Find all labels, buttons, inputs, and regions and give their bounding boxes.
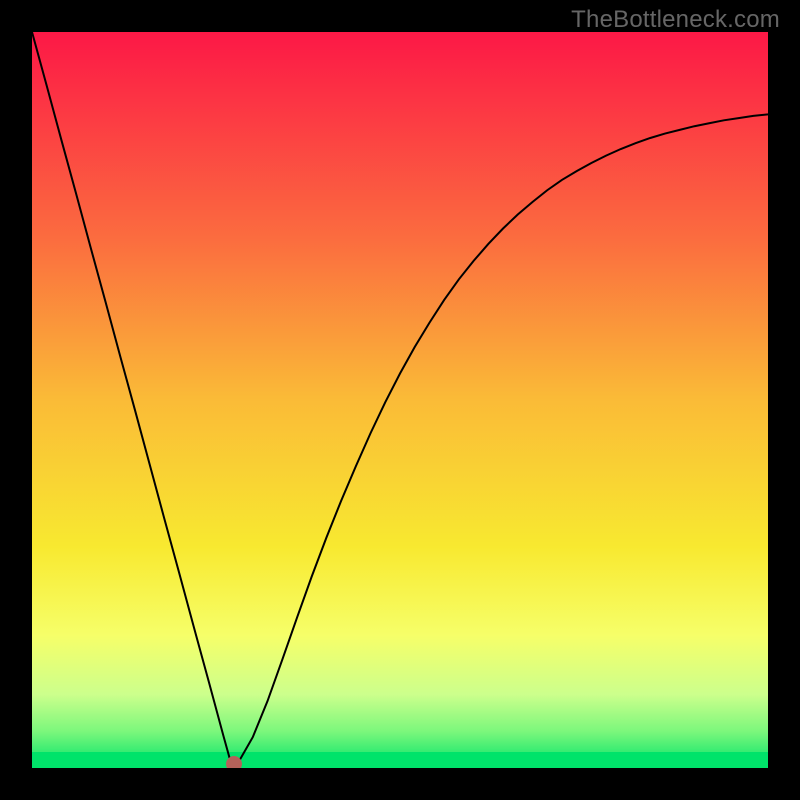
plot-area xyxy=(32,32,768,768)
chart-frame: TheBottleneck.com xyxy=(0,0,800,800)
bottleneck-curve xyxy=(32,32,768,763)
minimum-marker xyxy=(226,756,242,768)
watermark-text: TheBottleneck.com xyxy=(571,6,780,34)
curve-svg xyxy=(32,32,768,768)
